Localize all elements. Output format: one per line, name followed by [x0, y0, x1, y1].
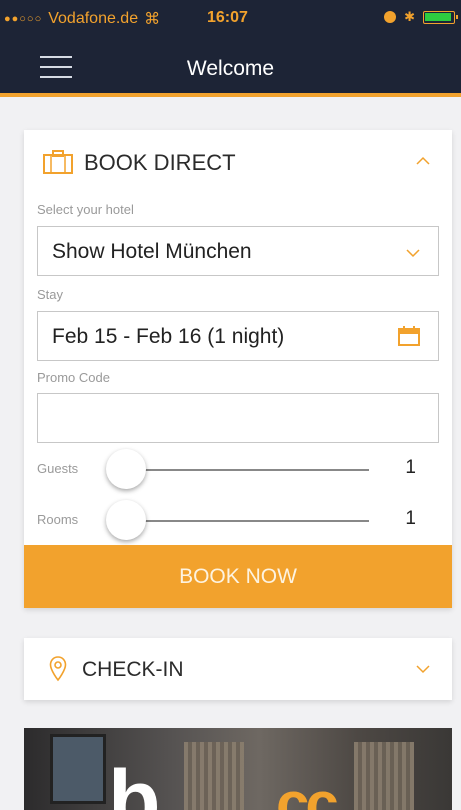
bluetooth-icon: ✱	[404, 9, 415, 24]
wifi-icon: ⌘	[144, 11, 161, 28]
header-accent-bar	[0, 93, 461, 97]
promo-code-label: Promo Code	[37, 370, 110, 385]
guests-value: 1	[405, 457, 416, 478]
hotel-select[interactable]: Show Hotel München	[37, 226, 439, 276]
curtain-graphic	[184, 742, 244, 810]
curtain-graphic	[354, 742, 414, 810]
guests-label: Guests	[37, 461, 79, 476]
battery-icon	[423, 10, 458, 24]
check-in-title: CHECK-IN	[82, 658, 184, 681]
book-now-button[interactable]: BOOK NOW	[24, 545, 452, 608]
status-left: ●●○○○ Vodafone.de ⌘	[4, 9, 160, 29]
carrier-name: Vodafone.de	[48, 10, 139, 27]
check-in-card[interactable]: CHECK-IN	[24, 638, 452, 700]
chevron-down-icon[interactable]	[416, 665, 430, 674]
location-pin-icon	[49, 656, 67, 682]
stay-date-value: Feb 15 - Feb 16 (1 night)	[52, 325, 285, 348]
hotel-label: Select your hotel	[37, 202, 134, 217]
brand-logo-letter: b	[108, 753, 161, 810]
book-direct-header[interactable]: BOOK DIRECT	[24, 130, 452, 190]
stay-label: Stay	[37, 287, 64, 302]
status-right: ✱	[384, 9, 458, 25]
guests-slider-thumb[interactable]	[106, 449, 146, 489]
suitcase-icon	[43, 150, 73, 174]
page-title: Welcome	[186, 57, 275, 80]
hotel-promo-image[interactable]: b cc	[24, 728, 452, 810]
status-bar: ●●○○○ Vodafone.de ⌘ 16:07 ✱	[0, 0, 461, 34]
stay-date-picker[interactable]: Feb 15 - Feb 16 (1 night)	[37, 311, 439, 361]
chevron-down-icon	[406, 249, 420, 258]
rooms-slider-track[interactable]	[107, 520, 369, 522]
rooms-slider-thumb[interactable]	[106, 500, 146, 540]
hotel-select-value: Show Hotel München	[52, 240, 252, 263]
status-time: 16:07	[207, 9, 248, 26]
brand-logo-accent: cc	[276, 770, 339, 810]
rooms-value: 1	[405, 508, 416, 529]
app-header: ●●○○○ Vodafone.de ⌘ 16:07 ✱ Welcome	[0, 0, 461, 96]
calendar-icon[interactable]	[398, 326, 420, 346]
book-direct-card: BOOK DIRECT Select your hotel Show Hotel…	[24, 130, 452, 608]
room-tv-graphic	[50, 734, 106, 804]
rooms-row: Rooms 1	[24, 498, 452, 542]
promo-code-input[interactable]	[37, 393, 439, 443]
signal-dots-icon: ●●○○○	[4, 13, 43, 25]
guests-row: Guests 1	[24, 447, 452, 491]
chevron-up-icon[interactable]	[416, 156, 430, 166]
alarm-icon	[384, 11, 397, 23]
book-direct-title: BOOK DIRECT	[84, 150, 236, 175]
rooms-label: Rooms	[37, 512, 79, 527]
guests-slider-track[interactable]	[107, 469, 369, 471]
